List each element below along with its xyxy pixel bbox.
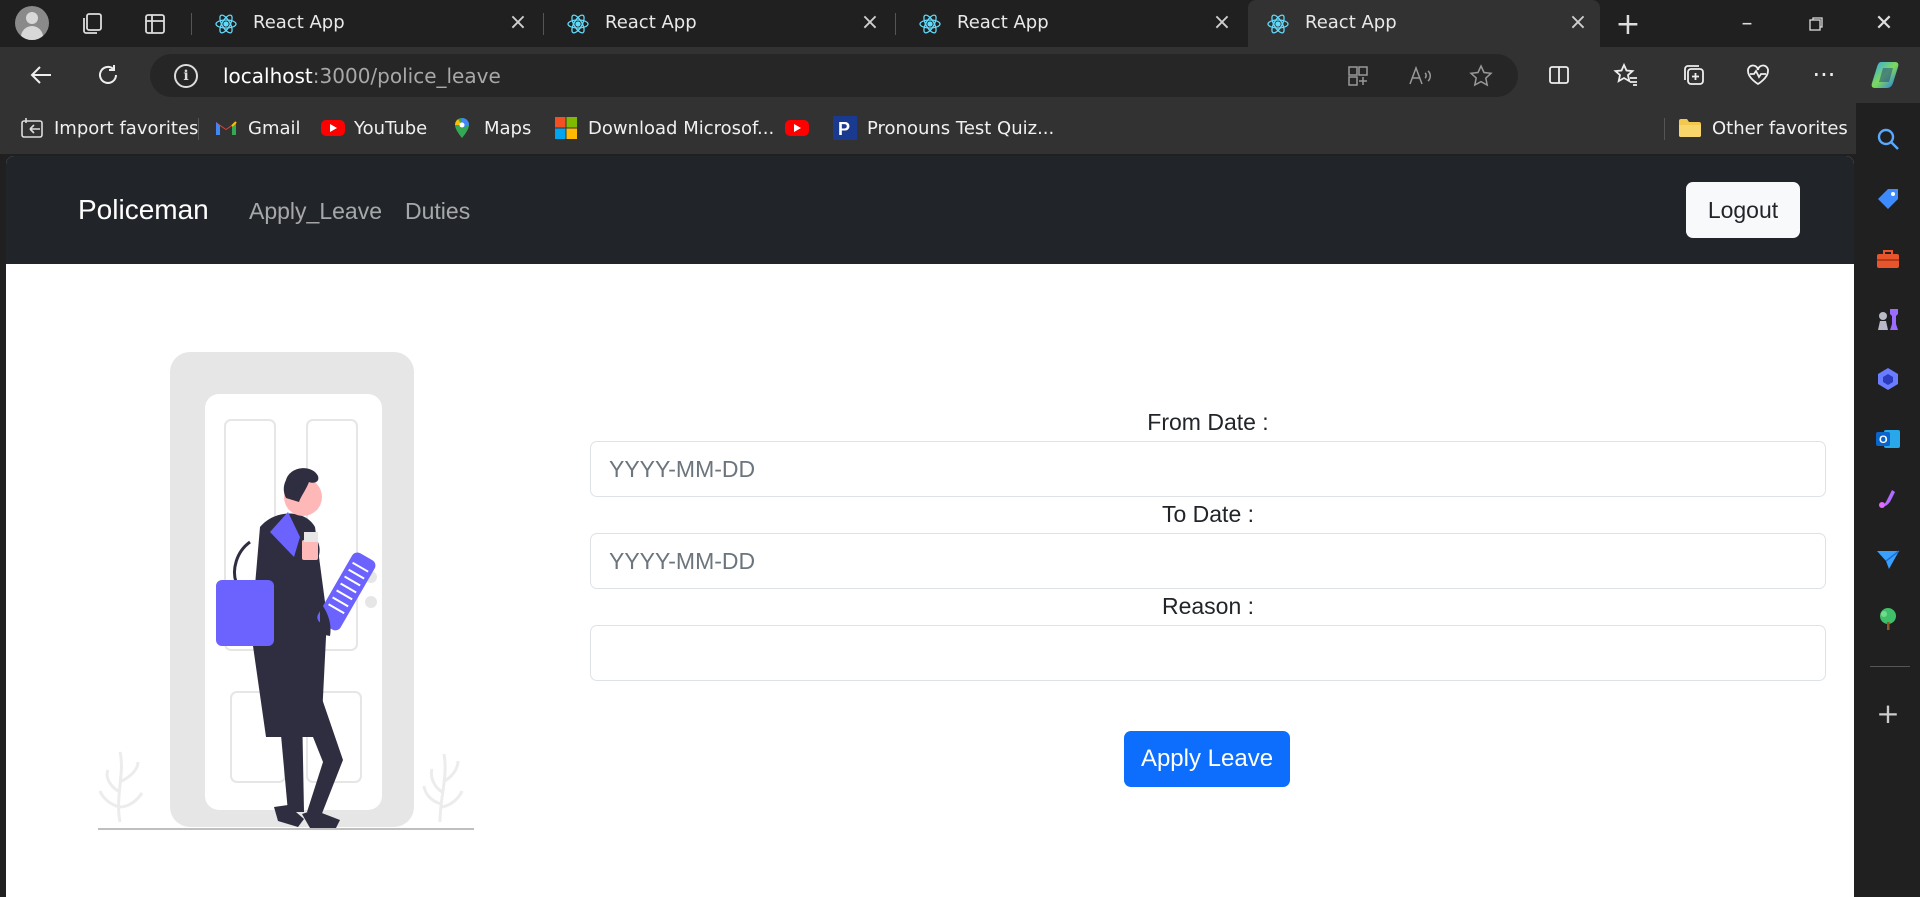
favorite-label: Gmail [248,117,301,139]
site-info-icon[interactable]: i [174,64,198,88]
tree-icon[interactable] [1874,605,1902,633]
close-window-icon[interactable]: ✕ [1864,8,1904,40]
favorite-microsoft[interactable]: Download Microsof... [554,115,774,141]
app-available-icon[interactable] [1345,63,1371,89]
to-date-input[interactable] [590,533,1826,589]
svg-text:O: O [1879,434,1888,446]
close-tab-icon[interactable]: × [1566,11,1590,35]
games-chess-icon[interactable] [1874,305,1902,333]
logout-button[interactable]: Logout [1686,182,1800,238]
reason-input[interactable] [590,625,1826,681]
favorites-icon[interactable] [1608,57,1644,93]
favorite-youtube-2[interactable] [784,115,818,141]
react-favicon-icon [215,14,237,34]
other-favorites[interactable]: Other favorites [1678,115,1848,141]
workspaces-icon[interactable] [76,8,108,40]
nav-link-duties[interactable]: Duties [405,198,470,225]
maps-icon [450,116,474,140]
tab-title: React App [1305,12,1397,33]
close-tab-icon[interactable]: × [858,11,882,35]
back-icon[interactable] [24,57,60,93]
tools-briefcase-icon[interactable] [1874,245,1902,273]
more-menu-icon[interactable]: ··· [1806,57,1842,93]
collections-icon[interactable] [1676,57,1712,93]
shopping-tag-icon[interactable] [1874,185,1902,213]
browser-toolbar: i localhost:3000/police_leave ··· [0,47,1920,103]
web-page: Policeman Apply_Leave Duties Logout From… [6,156,1854,897]
close-tab-icon[interactable]: × [1210,11,1234,35]
folder-icon [1678,116,1702,140]
split-screen-icon[interactable] [1541,57,1577,93]
browser-essentials-icon[interactable] [1740,57,1776,93]
browser-tab[interactable]: React App × [548,0,892,47]
favorites-bar: Import favorites Gmail YouTube Maps Down… [0,103,1920,154]
browser-tab-active[interactable]: React App × [1248,0,1600,47]
from-date-input[interactable] [590,441,1826,497]
favorite-label: Download Microsof... [588,117,775,139]
copilot-app-icon[interactable] [1874,365,1902,393]
to-date-label: To Date : [1161,501,1255,527]
refresh-icon[interactable] [90,57,126,93]
app-navbar: Policeman Apply_Leave Duties Logout [6,156,1854,264]
profile-avatar-icon[interactable] [15,6,49,40]
send-icon[interactable] [1874,545,1902,573]
favorite-label: Other favorites [1712,117,1848,139]
react-favicon-icon [919,14,941,34]
favorite-import[interactable]: Import favorites [20,115,198,141]
youtube-icon [320,116,345,140]
url-text[interactable]: localhost:3000/police_leave [223,64,501,88]
tab-title: React App [605,12,697,33]
close-tab-icon[interactable]: × [506,11,530,35]
nav-link-apply-leave[interactable]: Apply_Leave [249,198,382,225]
edge-sidebar: O + [1856,103,1920,897]
browser-tab[interactable]: React App × [900,0,1244,47]
new-tab-icon[interactable]: + [1612,7,1644,42]
outlook-icon[interactable]: O [1874,425,1902,453]
import-favorites-icon [20,116,44,140]
favorite-gmail[interactable]: Gmail [214,115,301,141]
restore-icon[interactable] [1796,8,1836,40]
favorite-label: Import favorites [54,117,199,139]
p-icon: P [833,116,857,140]
microsoft-icon [554,116,578,140]
read-aloud-icon[interactable] [1407,63,1433,89]
tab-title: React App [957,12,1049,33]
favorite-label: Pronouns Test Quiz... [867,117,1055,139]
browser-tab-bar: React App × React App × React App × Reac… [0,0,1920,47]
react-favicon-icon [567,14,589,34]
address-bar[interactable]: i localhost:3000/police_leave [150,54,1518,97]
favorite-pronouns[interactable]: P Pronouns Test Quiz... [833,115,1054,141]
designer-icon[interactable] [1874,485,1902,513]
favorite-maps[interactable]: Maps [450,115,531,141]
navbar-brand[interactable]: Policeman [78,194,209,226]
search-icon[interactable] [1874,125,1902,153]
favorite-star-icon[interactable] [1468,63,1494,89]
from-date-label: From Date : [1147,409,1269,435]
youtube-icon [784,116,809,140]
tab-title: React App [253,12,345,33]
reason-label: Reason : [1161,593,1255,619]
add-sidebar-app-icon[interactable]: + [1874,697,1902,730]
svg-text:P: P [838,119,850,139]
gmail-icon [214,116,238,140]
favorite-label: YouTube [354,117,428,139]
minimize-icon[interactable]: – [1727,8,1767,40]
leave-illustration [98,352,474,830]
favorite-youtube[interactable]: YouTube [320,115,427,141]
favorite-label: Maps [484,117,532,139]
browser-tab[interactable]: React App × [196,0,540,47]
copilot-icon[interactable] [1870,57,1906,93]
apply-leave-button[interactable]: Apply Leave [1124,731,1290,787]
tab-actions-icon[interactable] [139,8,171,40]
react-favicon-icon [1267,14,1289,34]
